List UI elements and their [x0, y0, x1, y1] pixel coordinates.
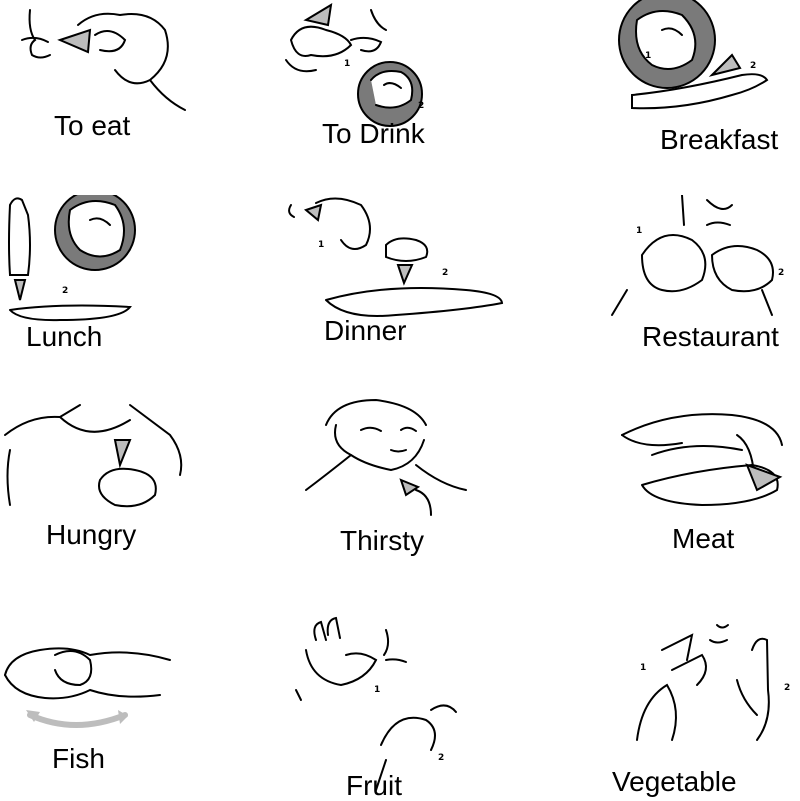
- restaurant-sign-icon: 1 2: [532, 195, 798, 395]
- step-marker: 2: [750, 61, 756, 71]
- sign-label: Thirsty: [340, 525, 424, 556]
- hungry-sign-icon: [0, 395, 266, 595]
- sign-label: Meat: [672, 523, 735, 554]
- step-marker: 1: [374, 685, 380, 695]
- sign-cell-to-drink: 1 2 To Drink: [266, 0, 532, 200]
- sign-cell-breakfast: 1 2 Breakfast: [532, 0, 798, 200]
- to-eat-sign-icon: [0, 0, 266, 200]
- breakfast-sign-icon: 1 2: [532, 0, 798, 200]
- sign-cell-vegetable: 1 2 Vegetable: [532, 600, 798, 800]
- lunch-sign-icon: 1 2: [0, 195, 266, 395]
- step-marker: 2: [442, 268, 448, 278]
- sign-label: To Drink: [322, 118, 425, 149]
- sign-label: Vegetable: [612, 766, 737, 797]
- sign-cell-to-eat: To eat: [0, 0, 266, 200]
- sign-cell-fruit: 1 2 Fruit: [266, 600, 532, 800]
- sign-label: Restaurant: [642, 321, 779, 352]
- sign-cell-hungry: Hungry: [0, 395, 266, 595]
- step-marker: 2: [438, 753, 444, 763]
- sign-cell-restaurant: 1 2 Restaurant: [532, 195, 798, 395]
- sign-cell-dinner: 1 2 Dinner: [266, 195, 532, 395]
- step-marker: 2: [784, 683, 790, 693]
- step-marker: 1: [640, 663, 646, 673]
- sign-cell-meat: Meat: [532, 395, 798, 595]
- sign-label: Lunch: [26, 321, 103, 352]
- step-marker: 2: [62, 286, 68, 296]
- dinner-sign-icon: 1 2: [266, 195, 532, 395]
- sign-cell-lunch: 1 2 Lunch: [0, 195, 266, 395]
- sign-label: Fish: [52, 743, 105, 774]
- step-marker: 1: [636, 226, 642, 236]
- sign-label: Dinner: [324, 315, 407, 346]
- step-marker: 2: [418, 101, 424, 111]
- step-marker: 1: [645, 51, 651, 61]
- sign-cell-fish: Fish: [0, 600, 266, 800]
- meat-sign-icon: [532, 395, 798, 595]
- sign-cell-thirsty: Thirsty: [266, 395, 532, 595]
- step-marker: 1: [344, 59, 350, 69]
- sign-label: To eat: [54, 110, 131, 141]
- sign-label: Hungry: [46, 519, 137, 550]
- fish-sign-icon: [0, 600, 266, 800]
- step-marker: 1: [96, 248, 102, 258]
- sign-label: Fruit: [346, 770, 402, 801]
- step-marker: 2: [778, 268, 784, 278]
- step-marker: 1: [318, 240, 324, 250]
- sign-label: Breakfast: [660, 124, 779, 155]
- to-drink-sign-icon: 1 2: [266, 0, 532, 200]
- thirsty-sign-icon: [266, 395, 532, 595]
